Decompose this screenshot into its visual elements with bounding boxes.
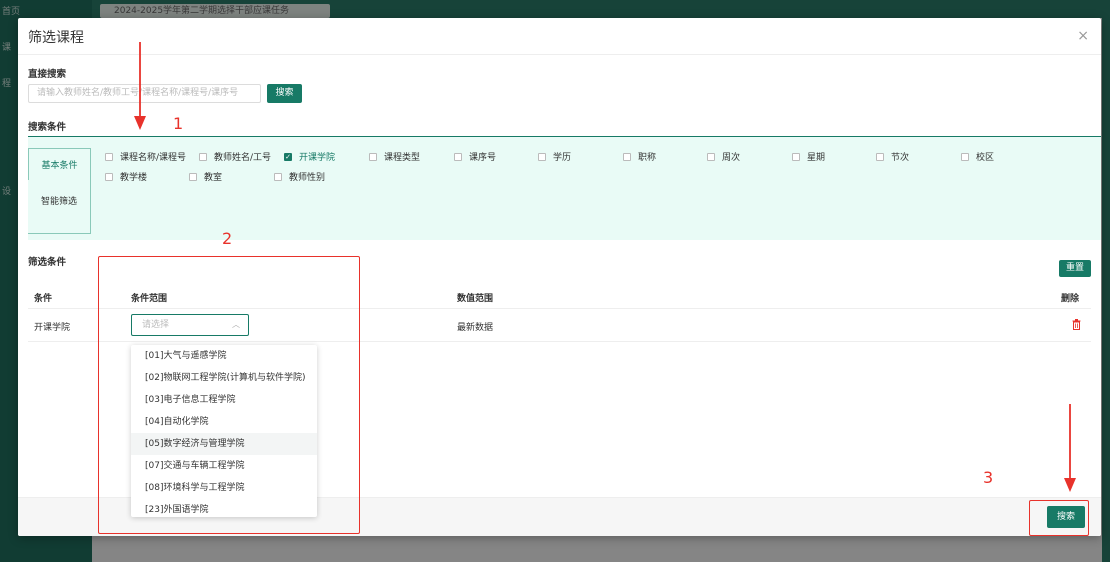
checkbox-label: 教师姓名/工号 — [214, 153, 272, 163]
checkbox-label: 课程名称/课程号 — [120, 153, 187, 163]
checkbox-label: 课序号 — [469, 153, 497, 163]
check-icon: ✓ — [284, 152, 292, 161]
checkbox-campus[interactable]: 校区 — [961, 150, 994, 163]
trash-icon[interactable] — [1072, 319, 1081, 330]
checkbox-icon — [189, 172, 197, 181]
checkbox-icon — [961, 152, 969, 161]
checkbox-education[interactable]: 学历 — [538, 150, 571, 163]
checkbox-icon — [105, 152, 113, 161]
annotation-arrow-down-icon — [134, 42, 146, 130]
conditions-tabs: 基本条件 智能筛选 — [28, 148, 91, 234]
checkbox-icon — [274, 172, 282, 181]
checkbox-icon — [538, 152, 546, 161]
annotation-arrow-down-icon — [1064, 404, 1076, 492]
column-header-condition: 条件 — [34, 294, 53, 304]
checkbox-icon — [105, 172, 113, 181]
checkbox-label: 星期 — [807, 153, 826, 163]
annotation-number-1: 1 — [173, 114, 184, 133]
annotation-number-2: 2 — [222, 229, 233, 248]
direct-search-heading: 直接搜索 — [28, 69, 67, 80]
checkbox-label: 学历 — [553, 153, 572, 163]
annotation-box-3 — [1029, 500, 1089, 536]
column-header-value-range: 数值范围 — [457, 294, 494, 304]
tab-basic-conditions[interactable]: 基本条件 — [28, 148, 91, 180]
annotation-box-2 — [98, 256, 360, 534]
search-conditions-heading: 搜索条件 — [28, 122, 67, 133]
checkbox-icon — [454, 152, 462, 161]
title-divider — [18, 54, 1101, 55]
checkbox-classroom[interactable]: 教室 — [189, 170, 222, 183]
checkbox-building[interactable]: 教学楼 — [105, 170, 147, 183]
checkbox-label: 节次 — [891, 153, 910, 163]
annotation-number-3: 3 — [983, 468, 994, 487]
checkbox-label: 教学楼 — [120, 173, 148, 183]
checkbox-course-name[interactable]: 课程名称/课程号 — [105, 150, 186, 163]
row-value-range: 最新数据 — [457, 323, 494, 333]
reset-button[interactable]: 重置 — [1059, 260, 1091, 277]
checkbox-label: 周次 — [722, 153, 741, 163]
filter-conditions-heading: 筛选条件 — [28, 257, 67, 268]
modal-title: 筛选课程 — [28, 30, 84, 46]
checkbox-icon — [623, 152, 631, 161]
checkbox-title[interactable]: 职称 — [623, 150, 656, 163]
row-condition: 开课学院 — [34, 323, 71, 333]
checkbox-label: 开课学院 — [299, 153, 336, 163]
checkbox-label: 教师性别 — [289, 173, 326, 183]
tab-smart-filter[interactable]: 智能筛选 — [28, 180, 91, 234]
checkbox-week[interactable]: 周次 — [707, 150, 740, 163]
checkbox-icon — [369, 152, 377, 161]
checkbox-teacher-name[interactable]: 教师姓名/工号 — [199, 150, 271, 163]
checkbox-icon — [707, 152, 715, 161]
checkbox-icon — [876, 152, 884, 161]
column-header-delete: 删除 — [1060, 294, 1079, 304]
checkbox-icon — [199, 152, 207, 161]
direct-search-button[interactable]: 搜索 — [267, 84, 302, 103]
checkbox-teacher-gender[interactable]: 教师性别 — [274, 170, 325, 183]
checkbox-label: 校区 — [976, 153, 995, 163]
checkbox-weekday[interactable]: 星期 — [792, 150, 825, 163]
checkbox-college[interactable]: ✓ 开课学院 — [284, 150, 335, 163]
checkbox-icon — [792, 152, 800, 161]
checkbox-label: 课程类型 — [384, 153, 421, 163]
checkbox-label: 教室 — [204, 173, 223, 183]
checkbox-course-type[interactable]: 课程类型 — [369, 150, 420, 163]
checkbox-period[interactable]: 节次 — [876, 150, 909, 163]
checkbox-label: 职称 — [638, 153, 657, 163]
close-icon[interactable]: × — [1077, 28, 1089, 44]
checkbox-section-number[interactable]: 课序号 — [454, 150, 496, 163]
